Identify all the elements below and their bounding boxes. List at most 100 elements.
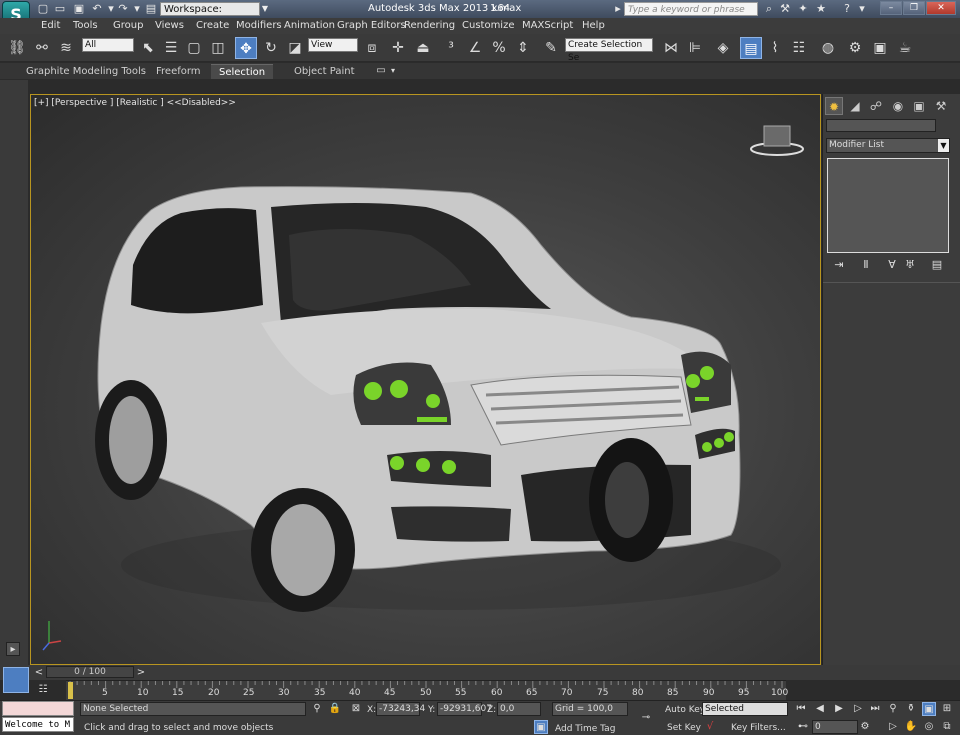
key-filters-button[interactable]: Key Filters... [731, 722, 786, 734]
current-frame-field[interactable]: 0 [812, 720, 858, 734]
x-coordinate-field[interactable]: -73243,34 [376, 702, 425, 716]
make-unique-icon[interactable]: ∀ [884, 258, 900, 272]
selection-filter-select[interactable]: All [82, 38, 134, 52]
modifier-list-dropdown-icon[interactable]: ▼ [938, 139, 949, 152]
tab-object-paint[interactable]: Object Paint [286, 64, 363, 79]
absolute-relative-toggle-icon[interactable]: ⊠ [349, 702, 363, 716]
redo-icon[interactable]: ↷ [116, 2, 130, 15]
manipulate-icon[interactable]: ✛ [387, 37, 409, 59]
object-name-field[interactable] [826, 119, 936, 132]
key-mode-select[interactable]: Selected [702, 702, 788, 716]
align-icon[interactable]: ⊫ [684, 37, 706, 59]
help-icon[interactable]: ? [840, 2, 854, 15]
keyboard-shortcut-override-icon[interactable]: ⏏ [412, 37, 434, 59]
menu-tools[interactable]: Tools [73, 20, 98, 32]
display-panel-icon[interactable]: ▣ [910, 97, 928, 115]
track-bar-filter-icon[interactable]: ☷ [36, 683, 50, 697]
undo-icon[interactable]: ↶ [90, 2, 104, 15]
isolate-selection-icon[interactable]: ⚲ [310, 702, 324, 716]
menu-customize[interactable]: Customize [462, 20, 515, 32]
menu-views[interactable]: Views [155, 20, 184, 32]
rendered-frame-window-icon[interactable]: ▣ [869, 37, 891, 59]
go-to-start-icon[interactable]: ⏮ [794, 702, 808, 716]
select-by-name-icon[interactable]: ☰ [160, 37, 182, 59]
utilities-panel-icon[interactable]: ⚒ [932, 97, 950, 115]
save-file-icon[interactable]: ▣ [72, 2, 86, 15]
set-key-mode-icon[interactable]: ⊸ [636, 711, 656, 725]
viewport-label[interactable]: [+] [Perspective ] [Realistic ] <<Disabl… [34, 97, 236, 109]
menu-rendering[interactable]: Rendering [404, 20, 455, 32]
time-tag-icon[interactable]: ▣ [534, 720, 548, 734]
subscription-icon[interactable]: ⚒ [778, 2, 792, 15]
workspace-dropdown-icon[interactable]: ▼ [260, 2, 270, 16]
pan-view-icon[interactable]: ✋ [904, 720, 918, 734]
play-icon[interactable]: ▶ [832, 702, 846, 716]
set-key-button[interactable]: Set Key [667, 722, 701, 734]
modifier-list-select[interactable]: Modifier List [826, 138, 950, 153]
search-arrow-icon[interactable]: ▸ [611, 2, 625, 15]
named-selection-select[interactable]: Create Selection Se [565, 38, 653, 63]
unlink-selection-icon[interactable]: ⚯ [31, 37, 53, 59]
tab-freeform[interactable]: Freeform [148, 64, 209, 79]
project-folder-icon[interactable]: ▤ [144, 2, 158, 15]
reference-coordinate-select[interactable]: View [308, 38, 358, 52]
auto-key-button[interactable]: Auto Key [665, 704, 705, 716]
select-and-move-icon[interactable]: ✥ [235, 37, 257, 59]
menu-create[interactable]: Create [196, 20, 229, 32]
expand-layout-icon[interactable]: ▸ [6, 642, 20, 656]
menu-modifiers[interactable]: Modifiers [236, 20, 282, 32]
perspective-viewport[interactable] [30, 94, 821, 665]
menu-graph-editors[interactable]: Graph Editors [337, 20, 406, 32]
maxscript-listener-output[interactable] [2, 701, 74, 716]
tab-graphite-modeling-tools[interactable]: Graphite Modeling Tools [18, 64, 154, 79]
snaps-toggle-icon[interactable]: ³ [440, 37, 462, 59]
select-object-icon[interactable]: ⬉ [137, 37, 159, 59]
select-and-link-icon[interactable]: ⛓ [6, 37, 28, 59]
motion-panel-icon[interactable]: ◉ [889, 97, 907, 115]
binoculars-icon[interactable]: ⌕ [762, 2, 776, 15]
menu-group[interactable]: Group [113, 20, 143, 32]
maxscript-listener-input[interactable]: Welcome to M [2, 717, 74, 732]
menu-help[interactable]: Help [582, 20, 605, 32]
open-file-icon[interactable]: ▭ [53, 2, 67, 15]
time-configuration-icon[interactable]: ⚙ [858, 720, 872, 734]
key-mode-toggle-icon[interactable]: ⊷ [796, 720, 810, 734]
redo-dropdown-icon[interactable]: ▾ [130, 2, 144, 15]
add-time-tag-button[interactable]: Add Time Tag [555, 723, 615, 735]
layer-manager-icon[interactable]: ◈ [712, 37, 734, 59]
favorites-icon[interactable]: ★ [814, 2, 828, 15]
current-frame-marker[interactable] [68, 682, 73, 699]
menu-animation[interactable]: Animation [284, 20, 335, 32]
zoom-icon[interactable]: ⚲ [886, 702, 900, 716]
menu-edit[interactable]: Edit [41, 20, 60, 32]
render-production-icon[interactable]: ☕ [894, 37, 916, 59]
mini-curve-editor-icon[interactable] [3, 667, 29, 693]
edit-named-selection-icon[interactable]: ✎ [540, 37, 562, 59]
selection-lock-icon[interactable]: 🔒 [328, 702, 342, 716]
workspace-select[interactable]: Workspace: Default [160, 2, 260, 29]
orbit-icon[interactable]: ◎ [922, 720, 936, 734]
time-slider-next-icon[interactable]: > [134, 666, 148, 680]
curve-editor-icon[interactable]: ⌇ [764, 37, 786, 59]
maximize-viewport-icon[interactable]: ⧉ [940, 720, 954, 734]
mirror-icon[interactable]: ⋈ [660, 37, 682, 59]
new-file-icon[interactable]: ▢ [36, 2, 50, 15]
window-crossing-icon[interactable]: ◫ [207, 37, 229, 59]
ribbon-options-dropdown-icon[interactable]: ▾ [386, 64, 400, 78]
key-curve-icon[interactable]: √ [703, 720, 717, 734]
go-to-end-icon[interactable]: ⏭ [868, 702, 882, 716]
create-panel-icon[interactable]: ✹ [825, 97, 843, 115]
zoom-extents-all-icon[interactable]: ⊞ [940, 702, 954, 716]
minimize-button[interactable]: – [880, 1, 902, 15]
angle-snap-icon[interactable]: ∠ [464, 37, 486, 59]
modify-panel-icon[interactable]: ◢ [846, 97, 864, 115]
time-slider[interactable]: 0 / 100 [46, 666, 134, 678]
render-setup-icon[interactable]: ⚙ [844, 37, 866, 59]
close-button[interactable]: ✕ [926, 1, 956, 15]
show-end-result-icon[interactable]: Ⅱ [858, 258, 874, 272]
help-dropdown-icon[interactable]: ▾ [855, 2, 869, 15]
z-coordinate-field[interactable]: 0,0 [497, 702, 541, 716]
graphite-ribbon-toggle-icon[interactable]: ▤ [740, 37, 762, 59]
next-frame-icon[interactable]: ▷ [851, 702, 865, 716]
tab-selection[interactable]: Selection [211, 64, 274, 79]
